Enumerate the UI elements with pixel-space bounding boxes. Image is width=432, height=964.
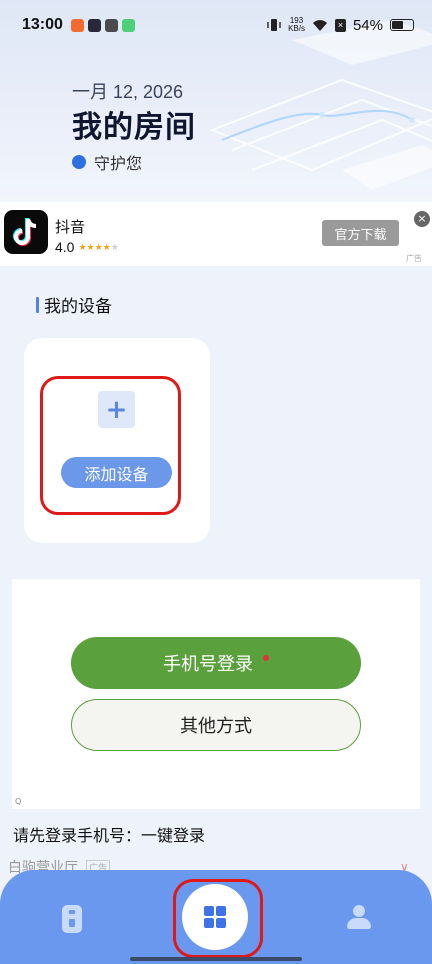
notification-icon bbox=[70, 18, 84, 32]
ad-tag: 广告 bbox=[406, 254, 422, 263]
net-speed: 193 KB/s bbox=[288, 16, 305, 33]
status-indicators: 193 KB/s × 54% bbox=[267, 17, 414, 34]
rating-stars: ★★★★★ bbox=[78, 242, 118, 253]
tiktok-app-icon[interactable] bbox=[4, 210, 48, 254]
annotation-highlight bbox=[40, 376, 181, 515]
notification-icon bbox=[121, 18, 135, 32]
page-title: 我的房间 bbox=[72, 110, 196, 145]
other-login-button[interactable]: 其他方式 bbox=[71, 699, 361, 751]
login-panel: 手机号登录 其他方式 Q bbox=[12, 579, 420, 809]
devices-section-title: 我的设备 bbox=[36, 292, 112, 317]
star-empty-icon: ★ bbox=[110, 241, 119, 252]
tiktok-note-icon bbox=[13, 218, 37, 246]
ad-app-name: 抖音 bbox=[55, 218, 86, 236]
section-accent-bar bbox=[36, 296, 39, 313]
star-icon: ★ bbox=[94, 241, 103, 252]
guard-status-label: 守护您 bbox=[94, 154, 143, 173]
download-button[interactable]: 官方下载 bbox=[322, 220, 399, 246]
guard-status: 守护您 bbox=[72, 150, 142, 174]
header-date: 一月 12, 2026 bbox=[72, 82, 184, 102]
annotation-highlight bbox=[173, 879, 263, 958]
wifi-icon bbox=[312, 19, 327, 31]
phone-login-button[interactable]: 手机号登录 bbox=[71, 637, 361, 689]
profile-icon[interactable] bbox=[347, 905, 371, 929]
search-icon: Q bbox=[15, 797, 22, 806]
status-time: 13:00 bbox=[22, 16, 63, 33]
star-icon: ★ bbox=[102, 241, 111, 252]
login-prompt[interactable]: 请先登录手机号：一键登录 bbox=[13, 822, 205, 846]
notification-dot-icon bbox=[263, 655, 269, 661]
devices-section-label: 我的设备 bbox=[44, 297, 112, 317]
battery-percent: 54% bbox=[352, 16, 383, 34]
ad-rating: 4.0 ★★★★★ bbox=[55, 239, 119, 255]
notification-icon bbox=[87, 18, 101, 32]
ad-rating-value: 4.0 bbox=[55, 239, 75, 255]
vibrate-icon bbox=[267, 19, 281, 31]
status-dot-icon bbox=[72, 155, 86, 169]
star-icon: ★ bbox=[78, 241, 87, 252]
ad-banner[interactable]: 抖音 4.0 ★★★★★ 官方下载 广告 bbox=[0, 202, 432, 266]
header: 13:00 193 KB/s × 54% 一月 12, 2026 我的房间 守护… bbox=[0, 0, 432, 202]
home-indicator[interactable] bbox=[130, 957, 302, 961]
battery-icon bbox=[390, 19, 414, 31]
status-bar: 13:00 193 KB/s × 54% bbox=[0, 0, 432, 50]
notification-icon bbox=[104, 18, 118, 32]
no-sim-icon: × bbox=[334, 18, 346, 32]
phone-login-label: 手机号登录 bbox=[163, 654, 253, 675]
ad-close-button[interactable]: × bbox=[414, 211, 430, 227]
star-icon: ★ bbox=[86, 241, 95, 252]
remote-control-icon[interactable] bbox=[62, 905, 82, 933]
